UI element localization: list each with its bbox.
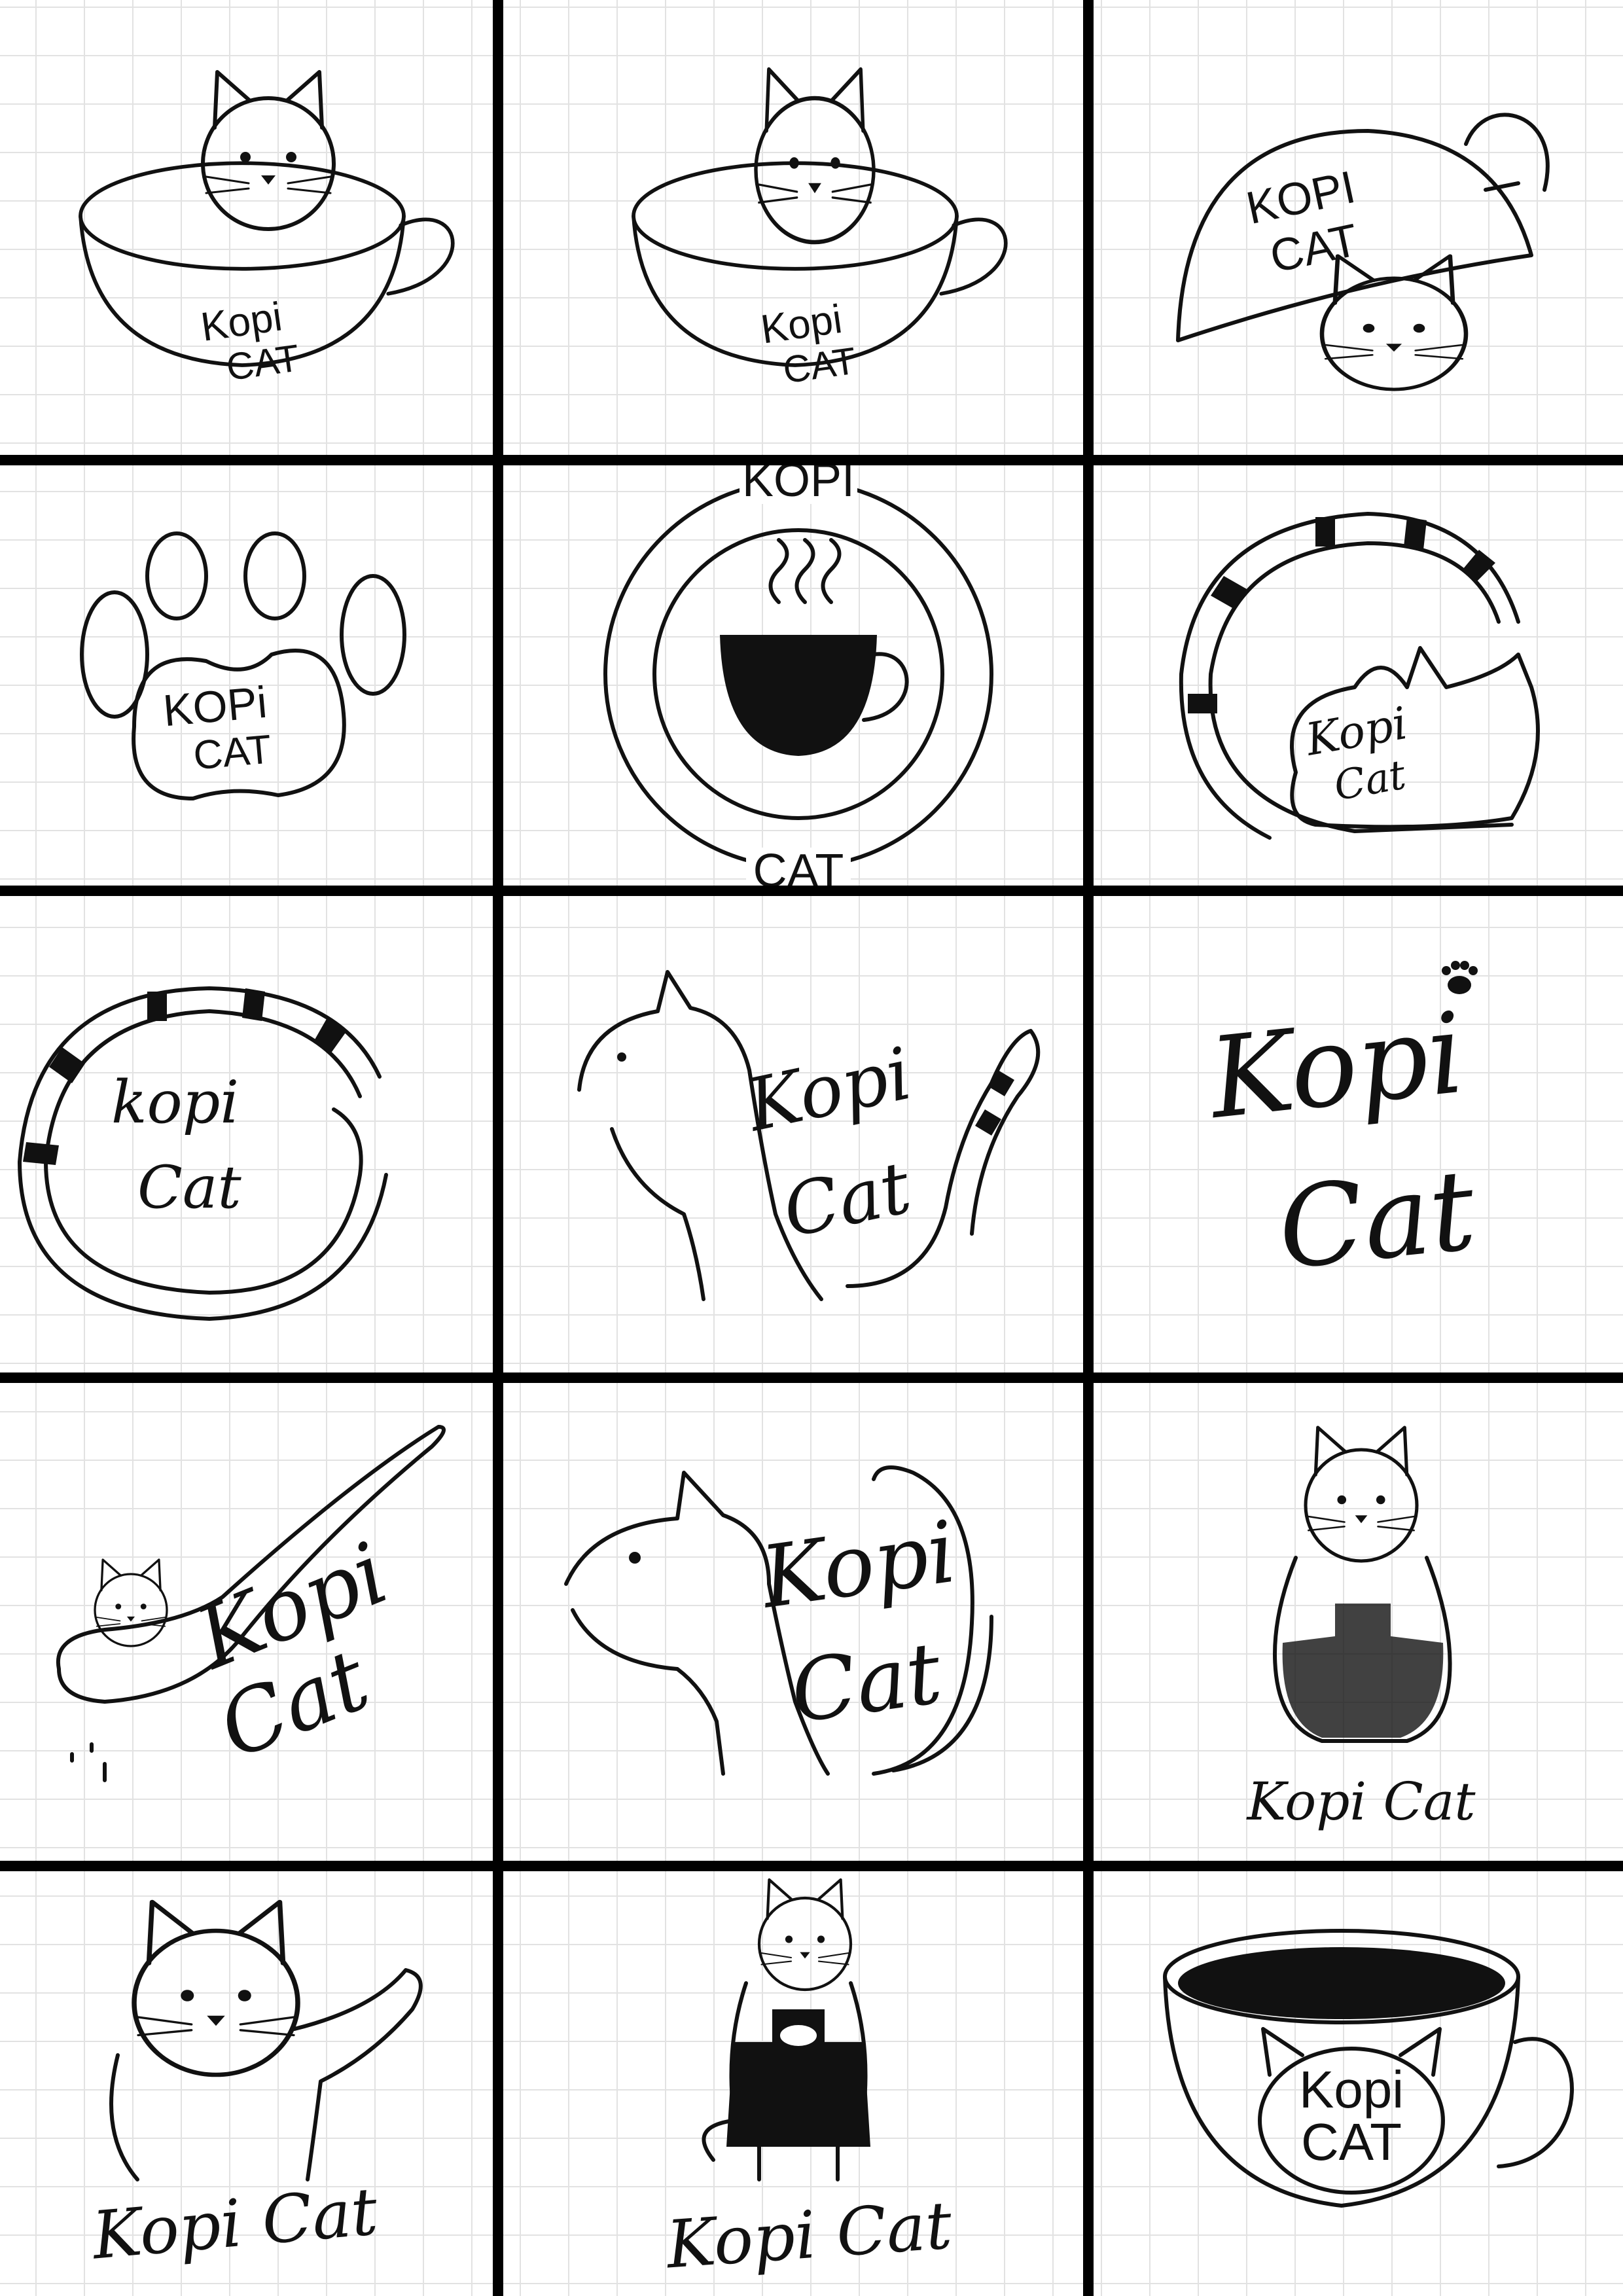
sketch-waving-cat: Kopi Cat [88, 1902, 423, 2274]
lettering-line-2: Cat [1272, 1145, 1481, 1295]
apron-icon [1282, 1604, 1444, 1738]
lettering-line-1: Kopi [739, 1031, 918, 1148]
sketch-cat-apron: Kopi Cat [1245, 1427, 1476, 1832]
row-divider [0, 886, 1623, 896]
lettering-line-1: Kopi [1299, 2060, 1404, 2119]
sketch-cat-in-cup: Kopi CAT [80, 72, 453, 389]
cup-icon [777, 2022, 819, 2049]
row-divider [0, 1372, 1623, 1383]
lettering: Kopi Cat [663, 2187, 955, 2283]
cat-head-icon [756, 69, 874, 242]
row-divider [0, 1861, 1623, 1871]
lettering: Kopi Cat [1245, 1771, 1476, 1832]
lettering-line-1: kopi [111, 1068, 239, 1137]
row-divider [0, 455, 1623, 465]
cat-head-icon [1322, 256, 1466, 389]
lettering-line-1: Kopi [754, 1502, 961, 1628]
cat-head-icon [94, 1558, 168, 1647]
sketch-paw-print: KOPi CAT [80, 531, 406, 800]
coffee-cup-icon [720, 538, 909, 756]
cat-head-icon [134, 1902, 298, 2075]
sketch-cup-over-cat: KOPI CAT [1176, 113, 1550, 389]
lettering-line-1: KOPi [161, 677, 269, 736]
lettering-line-2: CAT [1301, 2113, 1402, 2171]
lettering-line-2: Cat [785, 1623, 948, 1742]
lettering-line-2: Cat [776, 1145, 918, 1254]
sketch-striped-tail-ring: kopi Cat [18, 986, 388, 1321]
sketch-script-paw: Kopi Cat [1202, 961, 1482, 1295]
column-divider [1083, 0, 1094, 2296]
sketch-realistic-cat-in-cup: Kopi CAT [633, 69, 1006, 391]
sketch-barista-cat: Kopi Cat [663, 1880, 955, 2284]
lettering-line-2: Cat [137, 1153, 242, 1222]
cat-head-icon [203, 72, 334, 229]
column-divider [493, 0, 503, 2296]
lettering: Kopi Cat [88, 2173, 381, 2274]
lettering-line-2: CAT [192, 726, 274, 778]
sketch-cat-profile-script: Kopi Cat [564, 1465, 993, 1776]
sketch-canvas: Kopi CAT Kopi CAT KOPI CAT KOPi CAT KOPI… [0, 0, 1623, 2296]
sketch-cup-cat-face: Kopi CAT [1163, 1929, 1574, 2208]
lettering-line-1: Kopi [1202, 989, 1471, 1145]
sketch-cat-in-spoon: Kopi Cat [56, 1425, 446, 1782]
cat-head-icon [1306, 1427, 1417, 1561]
sketch-round-badge: KOPI CAT [603, 454, 993, 897]
sketch-cat-profile-tail: Kopi Cat [577, 970, 1041, 1301]
cat-head-icon [759, 1880, 851, 1990]
upturned-cup-icon [1176, 113, 1550, 342]
sketch-cat-striped-tail: Kopi Cat [1179, 512, 1540, 840]
sketch-sheet: Kopi CAT Kopi CAT KOPI CAT KOPi CAT KOPI… [0, 0, 1623, 2296]
